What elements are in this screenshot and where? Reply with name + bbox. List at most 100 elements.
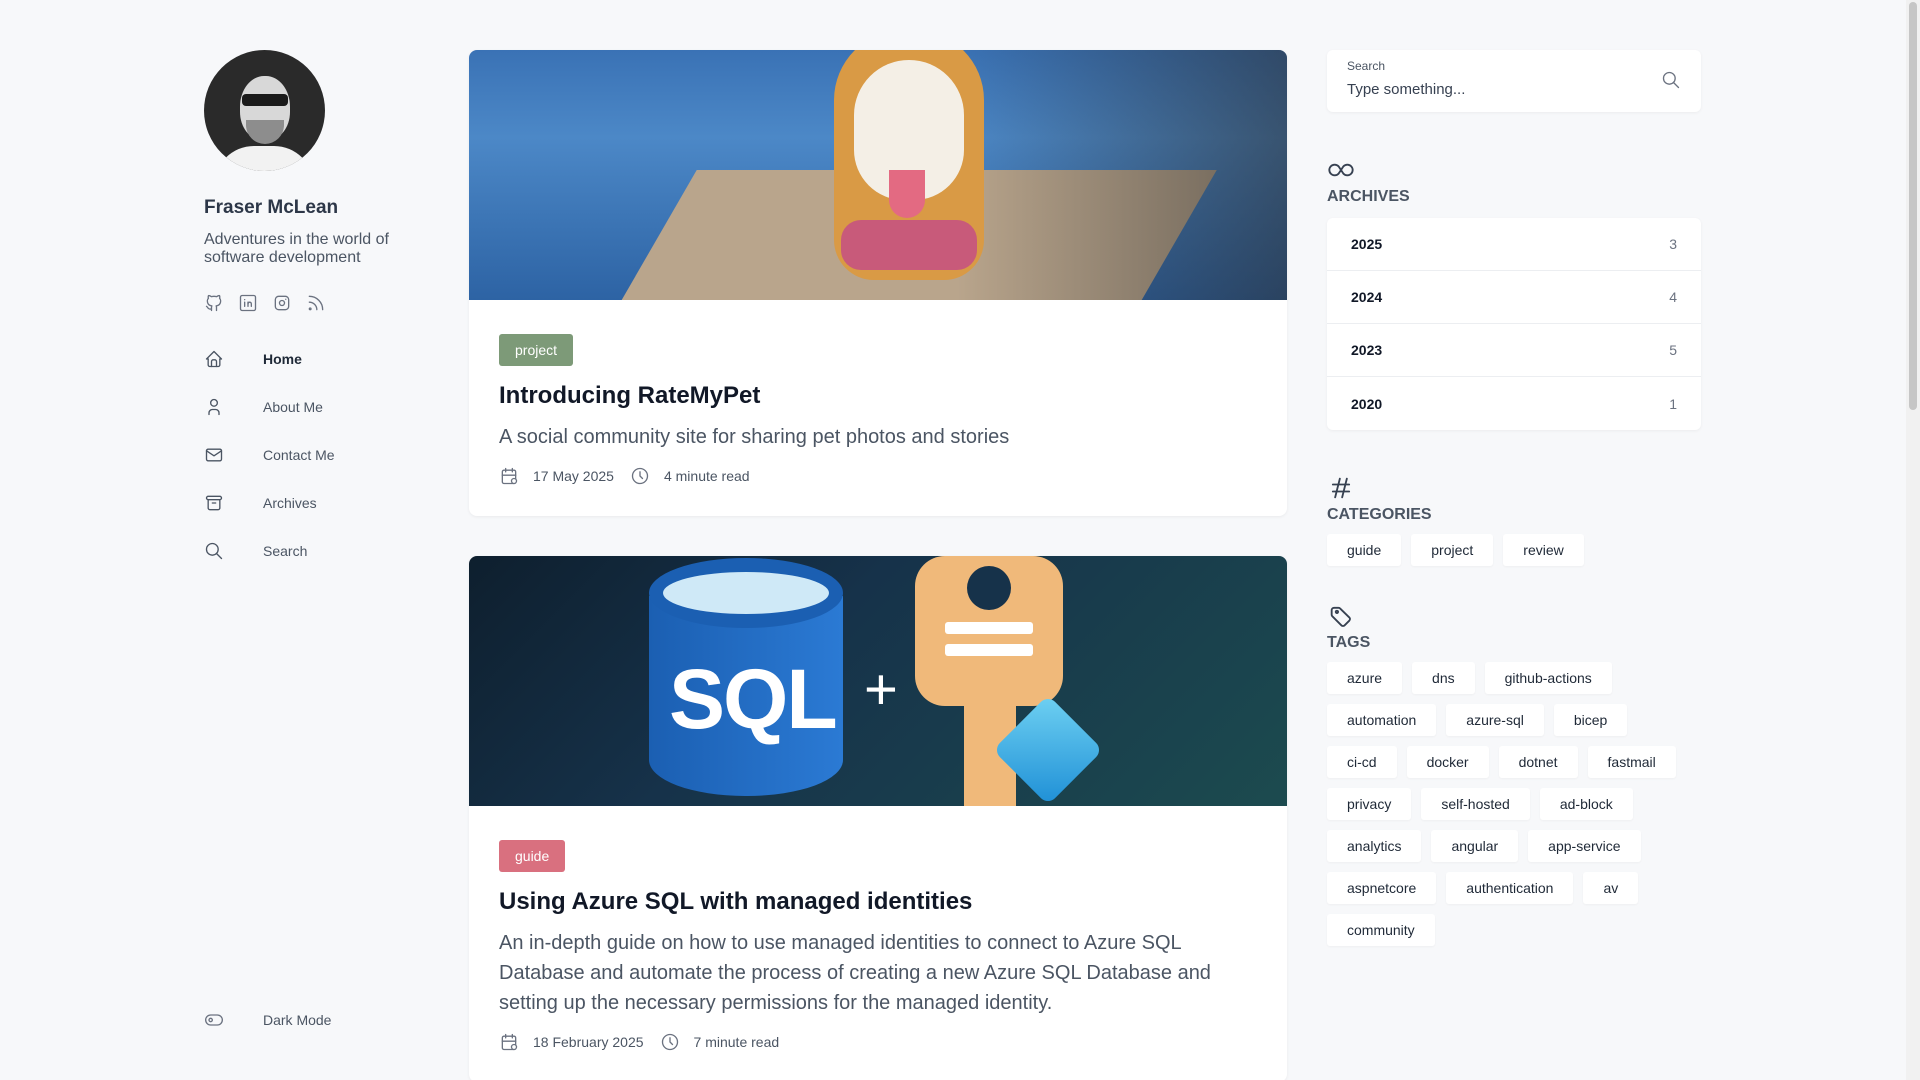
post-read-time: 7 minute read xyxy=(693,1034,780,1050)
tag-chip[interactable]: av xyxy=(1583,872,1639,904)
category-chip[interactable]: project xyxy=(1411,534,1494,566)
archives-title: ARCHIVES xyxy=(1327,188,1410,205)
post-meta: 17 May 2025 4 minute read xyxy=(499,466,1257,486)
post-category-badge[interactable]: project xyxy=(499,334,574,366)
nav-item-label: Archives xyxy=(263,495,317,511)
tag-chip[interactable]: docker xyxy=(1406,746,1489,778)
categories-title: CATEGORIES xyxy=(1327,506,1432,523)
instagram-icon[interactable] xyxy=(272,293,292,313)
scrollbar-thumb[interactable] xyxy=(1909,2,1917,410)
nav-item-label: Contact Me xyxy=(263,447,335,463)
search-label: Search xyxy=(1347,59,1386,73)
tag-chip[interactable]: ci-cd xyxy=(1327,746,1397,778)
clock-icon xyxy=(630,466,650,486)
archive-year: 2020 xyxy=(1351,395,1383,412)
hash-icon xyxy=(1327,474,1701,502)
categories-header: CATEGORIES xyxy=(1327,474,1701,524)
archive-count: 4 xyxy=(1669,289,1677,305)
infinity-icon xyxy=(1327,156,1701,184)
post-card[interactable]: SQL + guide Using Azure SQL with managed… xyxy=(469,556,1287,1080)
post-date: 18 February 2025 xyxy=(533,1034,644,1050)
tag-chip[interactable]: dotnet xyxy=(1498,746,1578,778)
tag-icon xyxy=(1327,602,1701,630)
page-scrollbar[interactable] xyxy=(1906,0,1920,1080)
nav-item-label: Home xyxy=(263,351,302,367)
archive-count: 3 xyxy=(1669,236,1677,252)
social-links xyxy=(204,293,444,313)
nav-item-search[interactable]: Search xyxy=(204,527,444,575)
tag-chip[interactable]: authentication xyxy=(1446,872,1574,904)
author-bio: Adventures in the world of software deve… xyxy=(204,231,389,266)
tags-header: TAGS xyxy=(1327,602,1701,652)
dark-mode-label: Dark Mode xyxy=(263,1012,332,1028)
nav-item-about[interactable]: About Me xyxy=(204,383,444,431)
nav-item-archives[interactable]: Archives xyxy=(204,479,444,527)
archive-list: 2025 3 2024 4 2023 5 2020 1 xyxy=(1327,218,1701,430)
nav-item-contact[interactable]: Contact Me xyxy=(204,431,444,479)
nav-item-label: About Me xyxy=(263,399,323,415)
tag-chip[interactable]: fastmail xyxy=(1587,746,1676,778)
search-widget: Search xyxy=(1327,50,1701,112)
clock-icon xyxy=(660,1032,680,1052)
search-icon xyxy=(204,541,224,561)
post-title[interactable]: Introducing RateMyPet xyxy=(499,382,1257,410)
archive-year: 2025 xyxy=(1351,236,1383,252)
post-category-badge[interactable]: guide xyxy=(499,840,566,872)
tag-chip[interactable]: dns xyxy=(1412,662,1475,694)
widgets-column: Search ARCHIVES 2025 3 2024 4 2023 5 202… xyxy=(1327,50,1701,946)
archives-header: ARCHIVES xyxy=(1327,156,1701,206)
search-input[interactable] xyxy=(1347,78,1647,100)
avatar[interactable] xyxy=(204,50,325,171)
tag-chip[interactable]: community xyxy=(1327,914,1435,946)
calendar-icon xyxy=(499,466,519,486)
tag-chip[interactable]: github-actions xyxy=(1484,662,1612,694)
tag-chip[interactable]: angular xyxy=(1431,830,1519,862)
post-card[interactable]: project Introducing RateMyPet A social c… xyxy=(469,50,1287,516)
user-icon xyxy=(204,397,224,417)
dark-mode-toggle[interactable]: Dark Mode xyxy=(204,1010,331,1030)
archive-count: 5 xyxy=(1669,342,1677,358)
linkedin-icon[interactable] xyxy=(238,293,258,313)
search-icon[interactable] xyxy=(1661,70,1681,90)
tag-chip[interactable]: azure-sql xyxy=(1446,704,1544,736)
post-cover-image[interactable] xyxy=(469,50,1287,300)
archive-year-row[interactable]: 2020 1 xyxy=(1327,377,1701,430)
nav-item-home[interactable]: Home xyxy=(204,335,444,383)
post-subtitle: A social community site for sharing pet … xyxy=(499,426,1010,448)
post-read-time: 4 minute read xyxy=(663,468,750,484)
category-list: guide project review xyxy=(1327,534,1701,566)
archive-year: 2023 xyxy=(1351,342,1383,358)
main-nav: Home About Me Contact Me Archives Search xyxy=(204,335,444,575)
archive-year-row[interactable]: 2024 4 xyxy=(1327,271,1701,324)
category-chip[interactable]: guide xyxy=(1327,534,1402,566)
category-chip[interactable]: review xyxy=(1503,534,1584,566)
post-date: 17 May 2025 xyxy=(533,468,614,484)
calendar-icon xyxy=(499,1032,519,1052)
post-cover-image[interactable]: SQL + xyxy=(469,556,1287,806)
tag-chip[interactable]: bicep xyxy=(1553,704,1628,736)
author-name[interactable]: Fraser McLean xyxy=(204,197,444,219)
tag-chip[interactable]: azure xyxy=(1327,662,1403,694)
post-title[interactable]: Using Azure SQL with managed identities xyxy=(499,888,1257,916)
archive-count: 1 xyxy=(1669,395,1677,412)
tag-chip[interactable]: privacy xyxy=(1327,788,1412,820)
archive-year: 2024 xyxy=(1351,289,1383,305)
archive-year-row[interactable]: 2023 5 xyxy=(1327,324,1701,377)
tag-chip[interactable]: analytics xyxy=(1327,830,1422,862)
mail-icon xyxy=(204,445,224,465)
tags-title: TAGS xyxy=(1327,634,1371,651)
github-icon[interactable] xyxy=(204,293,224,313)
tag-chip[interactable]: app-service xyxy=(1528,830,1641,862)
toggle-icon xyxy=(204,1010,224,1030)
tag-chip[interactable]: ad-block xyxy=(1539,788,1633,820)
nav-item-label: Search xyxy=(263,543,308,559)
archive-year-row[interactable]: 2025 3 xyxy=(1327,218,1701,271)
tag-chip[interactable]: aspnetcore xyxy=(1327,872,1437,904)
tag-chip[interactable]: self-hosted xyxy=(1421,788,1530,820)
tag-chip[interactable]: automation xyxy=(1327,704,1437,736)
post-meta: 18 February 2025 7 minute read xyxy=(499,1032,1257,1052)
archive-icon xyxy=(204,493,224,513)
rss-icon[interactable] xyxy=(306,293,326,313)
profile-sidebar: Fraser McLean Adventures in the world of… xyxy=(204,50,444,1040)
post-subtitle: An in-depth guide on how to use managed … xyxy=(499,932,1211,1014)
